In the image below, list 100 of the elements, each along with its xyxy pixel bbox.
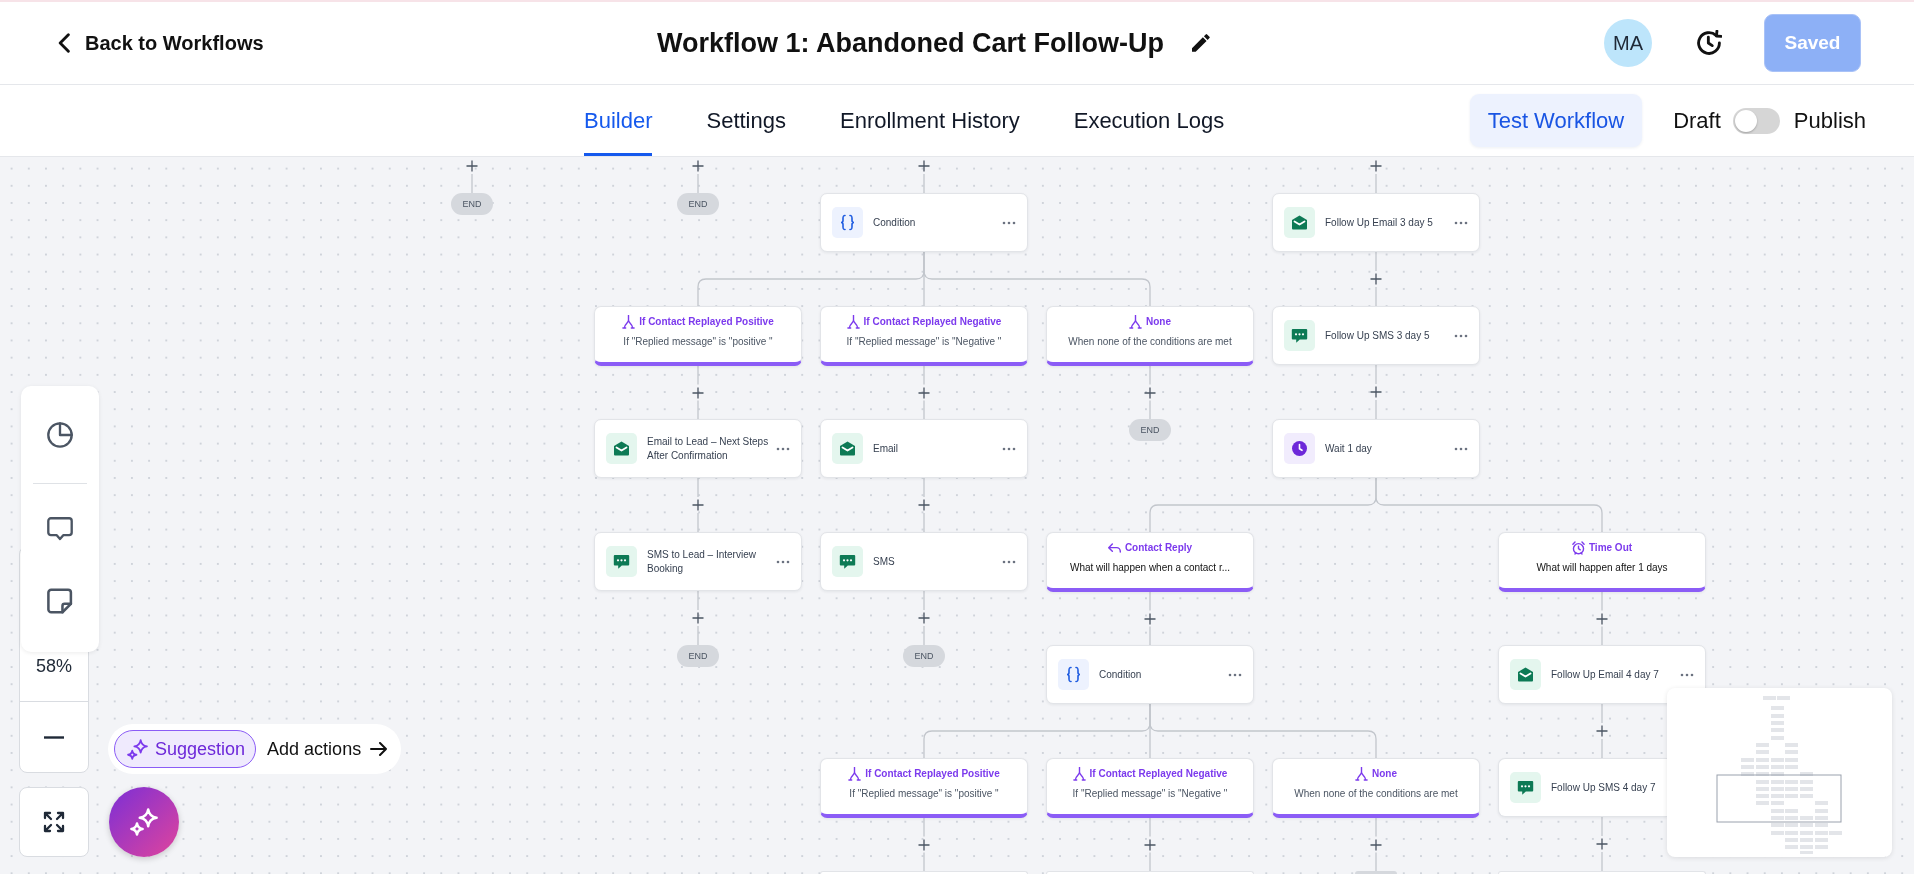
reply-arrow-icon [1107, 541, 1121, 555]
step-label: Email [873, 441, 899, 456]
step-card[interactable]: Follow Up Email 4 day 7 [1498, 645, 1706, 704]
branch-card[interactable]: Time Out What will happen after 1 days [1498, 532, 1706, 592]
branch-card[interactable]: If Contact Replayed Negative If "Replied message" is "Negative " [1046, 758, 1254, 818]
step-card[interactable]: Condition [1046, 645, 1254, 704]
add-step-icon[interactable] [918, 160, 930, 172]
connector-line [923, 512, 925, 533]
alarm-clock-icon [1571, 541, 1585, 555]
add-step-icon[interactable] [692, 160, 704, 172]
test-workflow-button[interactable]: Test Workflow [1469, 94, 1643, 147]
more-options-icon[interactable] [1002, 559, 1016, 564]
pencil-icon[interactable] [1192, 34, 1210, 52]
step-card[interactable]: Follow Up Email 3 day 5 [1272, 193, 1480, 252]
step-card[interactable]: Wait 1 day [1272, 419, 1480, 478]
suggestion-button[interactable]: Suggestion [114, 730, 257, 768]
add-step-icon[interactable] [466, 160, 478, 172]
branch-title: If Contact Replayed Positive [639, 315, 774, 329]
tab[interactable]: Execution Logs [1073, 85, 1225, 156]
step-card[interactable]: Follow Up SMS 4 day 7 [1498, 758, 1667, 817]
branch-card[interactable]: If Contact Replayed Positive If "Replied message" is "positive " [820, 758, 1028, 818]
add-actions-button[interactable]: Add actions [267, 738, 388, 760]
connector-line [923, 399, 925, 420]
chat-bubble-icon [606, 546, 637, 577]
add-step-icon[interactable] [1144, 386, 1156, 399]
add-step-icon[interactable] [1370, 160, 1382, 172]
add-step-icon[interactable] [918, 838, 930, 851]
end-marker: END [451, 193, 493, 215]
connector-line [697, 477, 699, 498]
more-options-icon[interactable] [1680, 672, 1694, 677]
user-avatar[interactable]: MA [1604, 19, 1652, 67]
step-card[interactable]: Email [820, 419, 1028, 478]
more-options-icon[interactable] [1454, 220, 1468, 225]
add-step-icon[interactable] [1596, 612, 1608, 625]
connector-line [697, 173, 699, 194]
tab[interactable]: Enrollment History [840, 85, 1020, 156]
step-label: Wait 1 day [1325, 441, 1373, 456]
step-label: Follow Up SMS 3 day 5 [1325, 328, 1431, 343]
branch-description: When none of the conditions are met [1294, 787, 1458, 800]
branch-description: What will happen when a contact r... [1069, 561, 1231, 574]
step-card[interactable]: SMS [820, 532, 1028, 591]
connector-line [697, 512, 699, 533]
add-step-icon[interactable] [918, 386, 930, 399]
connector-line [697, 365, 699, 386]
add-step-icon[interactable] [1370, 838, 1382, 851]
more-options-icon[interactable] [776, 446, 790, 451]
branch-description: If "Replied message" is "Negative " [1072, 787, 1228, 800]
more-options-icon[interactable] [1454, 333, 1468, 338]
expand-icon [42, 810, 66, 834]
branch-description: If "Replied message" is "positive " [849, 787, 999, 800]
draft-label: Draft [1673, 107, 1721, 134]
comment-icon[interactable] [47, 516, 73, 542]
add-step-icon[interactable] [918, 499, 930, 511]
sticky-note-icon[interactable] [47, 588, 73, 614]
tab[interactable]: Settings [706, 85, 786, 156]
connector-line [1149, 851, 1151, 872]
add-step-icon[interactable] [1596, 725, 1608, 737]
connector-line [697, 625, 699, 646]
step-card[interactable]: SMS to Lead – Interview Booking [594, 532, 802, 591]
branch-card[interactable]: None When none of the conditions are met [1272, 758, 1480, 818]
add-step-icon[interactable] [692, 386, 704, 399]
add-step-icon[interactable] [692, 612, 704, 624]
step-card[interactable]: Email to Lead – Next Steps After Confirmation [594, 419, 802, 478]
add-step-icon[interactable] [1596, 838, 1608, 850]
connector-line [923, 851, 925, 872]
more-options-icon[interactable] [1228, 672, 1242, 677]
more-options-icon[interactable] [1002, 220, 1016, 225]
ai-assistant-button[interactable] [109, 787, 179, 857]
step-card[interactable]: Follow Up SMS 3 day 5 [1272, 306, 1480, 365]
step-label: Condition [1099, 667, 1143, 682]
fork-icon [1355, 767, 1368, 781]
step-label: Follow Up SMS 4 day 7 [1551, 780, 1657, 795]
branch-card[interactable]: Contact Reply What will happen when a contact r... [1046, 532, 1254, 592]
pie-chart-icon[interactable] [47, 422, 73, 448]
history-icon[interactable] [1696, 30, 1722, 56]
more-options-icon[interactable] [1454, 446, 1468, 451]
branch-card[interactable]: If Contact Replayed Positive If "Replied message" is "positive " [594, 306, 802, 366]
add-step-icon[interactable] [918, 612, 930, 624]
add-step-icon[interactable] [1144, 612, 1156, 625]
connector-line [471, 173, 473, 194]
fork-icon [846, 315, 860, 329]
fit-view-button[interactable] [19, 787, 89, 857]
connector-line [1375, 286, 1377, 307]
add-step-icon[interactable] [692, 499, 704, 511]
arrow-right-icon [370, 742, 388, 756]
branch-card[interactable]: If Contact Replayed Negative If "Replied message" is "Negative " [820, 306, 1028, 366]
connector-line [923, 173, 925, 194]
branch-card[interactable]: None When none of the conditions are met [1046, 306, 1254, 366]
end-marker: END [677, 645, 719, 667]
publish-toggle[interactable] [1732, 107, 1780, 134]
zoom-out-icon[interactable] [44, 735, 64, 739]
more-options-icon[interactable] [1002, 446, 1016, 451]
back-button[interactable]: Back to Workflows [58, 31, 264, 55]
step-card[interactable]: Condition [820, 193, 1028, 252]
add-step-icon[interactable] [1370, 386, 1382, 398]
more-options-icon[interactable] [776, 559, 790, 564]
step-label: Email to Lead – Next Steps After Confirmation [647, 434, 770, 463]
add-step-icon[interactable] [1144, 838, 1156, 851]
connector-line [697, 399, 699, 420]
add-step-icon[interactable] [1370, 273, 1382, 285]
